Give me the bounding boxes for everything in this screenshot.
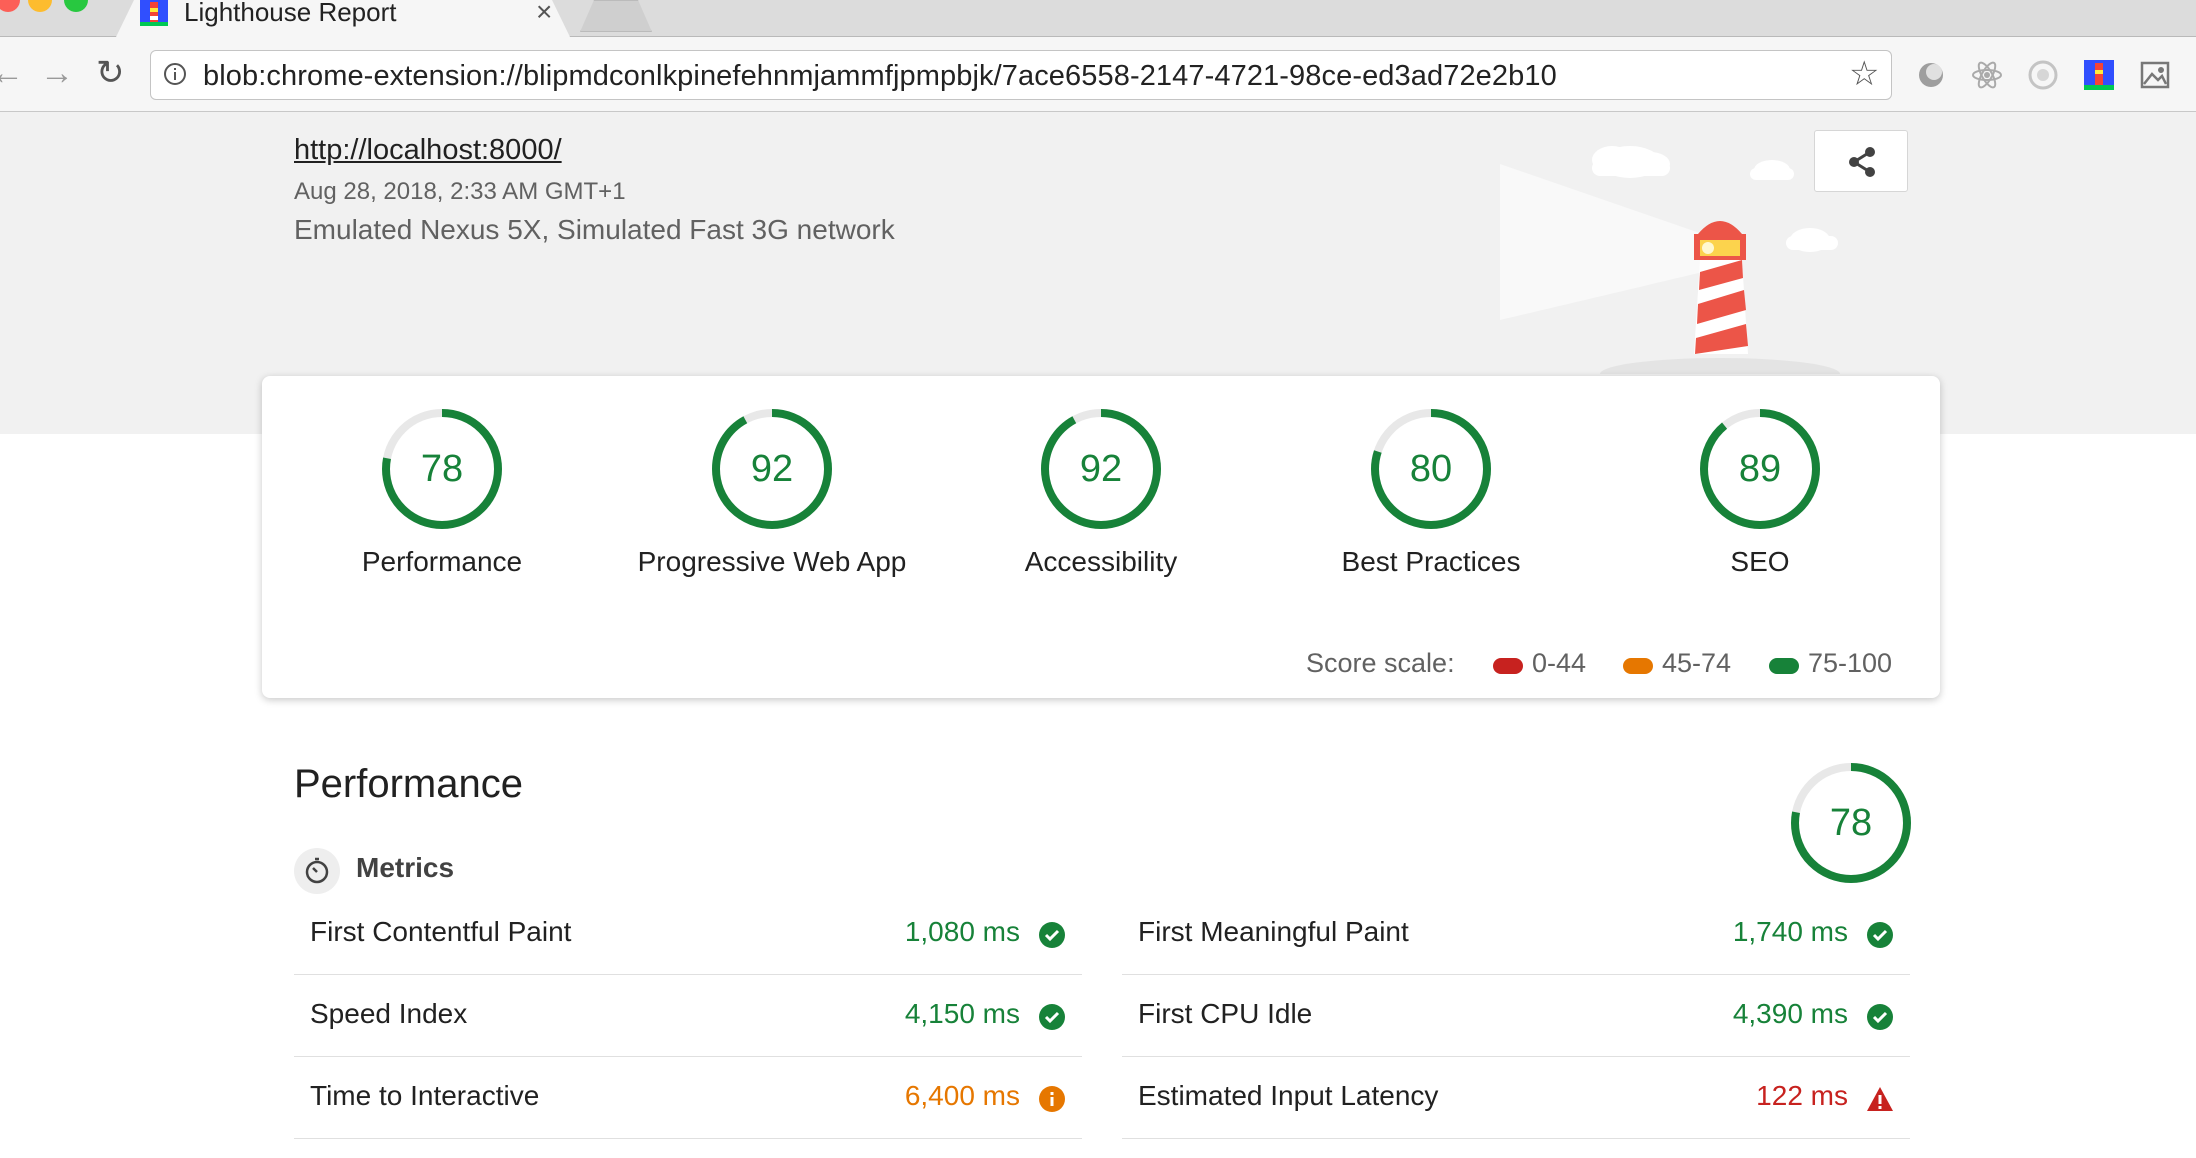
react-devtools-icon[interactable] [1970, 58, 2004, 92]
scale-pass-swatch [1769, 658, 1799, 674]
image-extension-icon[interactable] [2138, 58, 2172, 92]
target-extension-icon[interactable] [2026, 58, 2060, 92]
info-icon[interactable] [163, 62, 187, 86]
scale-fail-swatch [1493, 658, 1523, 674]
gauge-best-practices[interactable]: 80 [1370, 408, 1492, 530]
score-best-practices: 80 [1409, 448, 1453, 490]
tab-title: Lighthouse Report [184, 0, 397, 27]
score-seo: 89 [1738, 448, 1782, 490]
lighthouse-favicon-icon [140, 0, 168, 26]
metric-value: 1,080 ms [904, 916, 1020, 947]
scale-fail-range: 0-44 [1532, 648, 1587, 678]
average-info-icon [1039, 1086, 1065, 1112]
lighthouse-extension-icon[interactable] [2082, 58, 2116, 92]
metric-name: Time to Interactive [310, 1080, 540, 1111]
pass-check-icon [1867, 922, 1893, 948]
category-label-accessibility[interactable]: Accessibility [936, 546, 1266, 578]
score-accessibility: 92 [1079, 448, 1123, 490]
report-environment: Emulated Nexus 5X, Simulated Fast 3G net… [294, 214, 895, 245]
category-label-seo[interactable]: SEO [1595, 546, 1925, 578]
scale-average-range: 45-74 [1662, 648, 1732, 678]
metric-row: First Contentful Paint 1,080 ms [294, 895, 1082, 975]
back-icon[interactable]: ← [0, 56, 24, 90]
category-label-performance[interactable]: Performance [277, 546, 607, 578]
share-button[interactable] [1814, 130, 1908, 192]
url-text[interactable]: blob:chrome-extension://blipmdconlkpinef… [203, 60, 1557, 92]
share-icon [1849, 147, 1875, 177]
pass-check-icon [1039, 922, 1065, 948]
performance-section-gauge: 78 [1790, 762, 1912, 884]
metric-value: 4,150 ms [904, 998, 1020, 1029]
reload-icon[interactable]: ↻ [96, 56, 125, 90]
report-url-link[interactable]: http://localhost:8000/ [294, 134, 562, 167]
pass-check-icon [1039, 1004, 1065, 1030]
scale-pass-range: 75-100 [1808, 648, 1893, 678]
tab-close-icon[interactable]: × [536, 0, 552, 26]
score-pwa: 92 [750, 448, 794, 490]
fail-warning-icon [1867, 1087, 1893, 1111]
metric-value: 6,400 ms [904, 1080, 1020, 1111]
gauge-pwa[interactable]: 92 [711, 408, 833, 530]
gauge-seo[interactable]: 89 [1699, 408, 1821, 530]
metric-value: 122 ms [1756, 1080, 1848, 1111]
metrics-icon [294, 848, 340, 894]
metric-row: First Meaningful Paint 1,740 ms [1122, 895, 1910, 975]
metrics-label: Metrics [356, 852, 455, 883]
metric-row: Estimated Input Latency 122 ms [1122, 1059, 1910, 1139]
metric-name: Speed Index [310, 998, 468, 1029]
bookmark-star-icon[interactable]: ☆ [1849, 56, 1879, 92]
metric-name: Estimated Input Latency [1138, 1080, 1439, 1111]
category-label-best-practices[interactable]: Best Practices [1266, 546, 1596, 578]
metric-name: First CPU Idle [1138, 998, 1313, 1029]
metric-value: 4,390 ms [1732, 998, 1848, 1029]
performance-section-title: Performance [294, 762, 523, 806]
metric-row: Time to Interactive 6,400 ms [294, 1059, 1082, 1139]
pass-check-icon [1867, 1004, 1893, 1030]
metric-name: First Contentful Paint [310, 916, 572, 947]
metric-name: First Meaningful Paint [1138, 916, 1409, 947]
category-label-pwa[interactable]: Progressive Web App [607, 546, 937, 578]
gauge-performance[interactable]: 78 [381, 408, 503, 530]
metric-row: First CPU Idle 4,390 ms [1122, 977, 1910, 1057]
score-performance: 78 [420, 448, 464, 490]
metric-value: 1,740 ms [1732, 916, 1848, 947]
extension-circle-icon[interactable] [1914, 58, 1948, 92]
report-timestamp: Aug 28, 2018, 2:33 AM GMT+1 [294, 178, 626, 205]
forward-icon[interactable]: → [40, 56, 74, 90]
gauge-accessibility[interactable]: 92 [1040, 408, 1162, 530]
performance-section-score: 78 [1829, 802, 1873, 844]
score-scale-label: Score scale: [1306, 648, 1455, 678]
metric-row: Speed Index 4,150 ms [294, 977, 1082, 1057]
scale-average-swatch [1623, 658, 1653, 674]
